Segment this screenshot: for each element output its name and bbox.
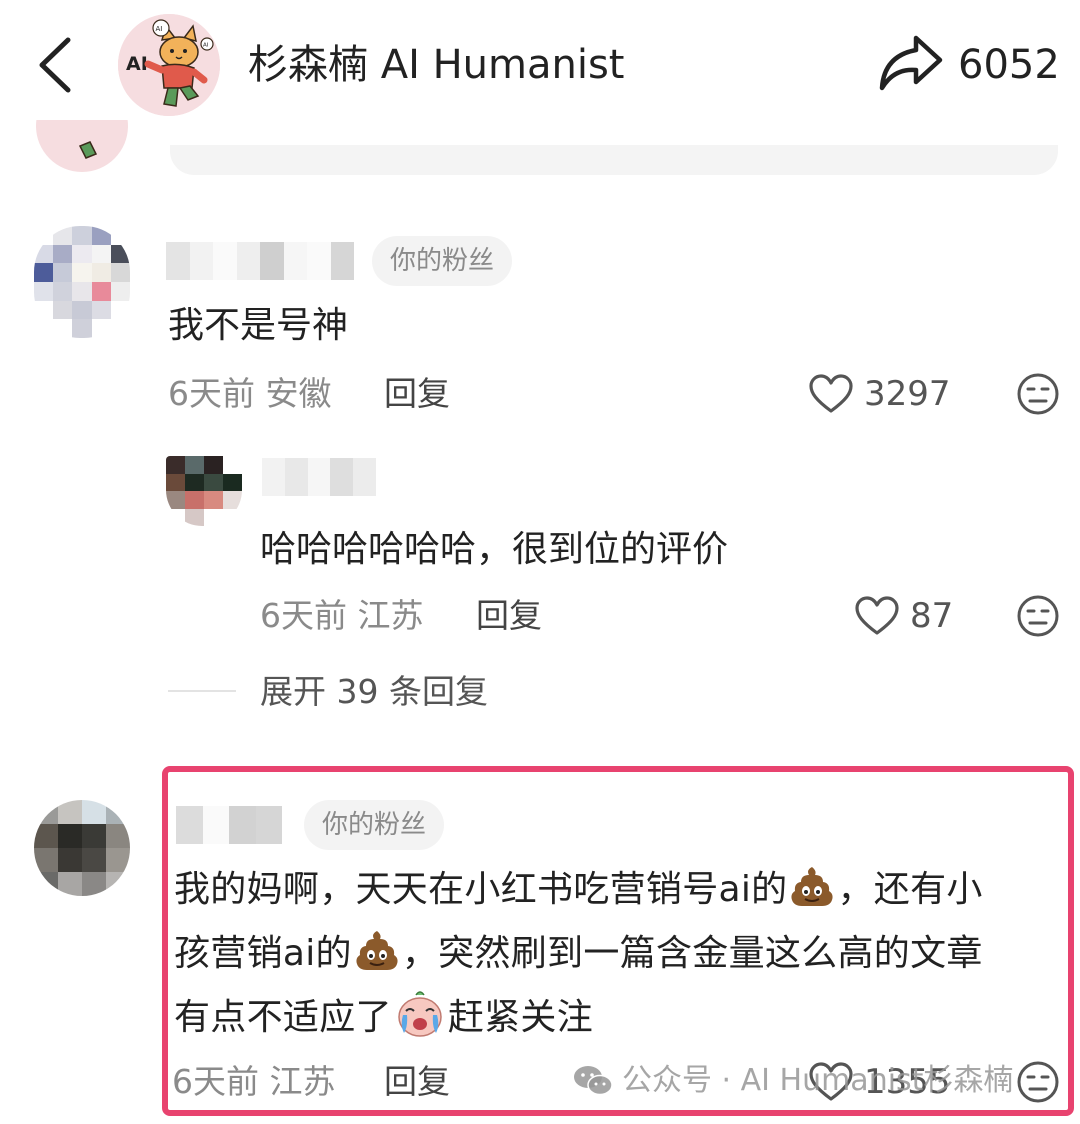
share-button[interactable] xyxy=(876,30,946,96)
reply-location: 江苏 xyxy=(357,596,424,635)
reply-button[interactable]: 回复 xyxy=(476,594,542,638)
share-count: 6052 xyxy=(958,42,1060,88)
comment-time: 6天前 安徽 xyxy=(168,372,332,416)
dislike-face-icon[interactable] xyxy=(1016,594,1060,638)
comment-location: 安徽 xyxy=(265,374,332,413)
page-title: 杉森楠 AI Humanist xyxy=(248,42,625,88)
watermark-text: 公众号 · AI Humanist杉森楠 xyxy=(622,1063,1014,1098)
back-button[interactable] xyxy=(30,30,80,100)
previous-comment-bubble xyxy=(170,145,1058,175)
share-arrow-icon xyxy=(879,35,943,91)
reply-time: 6天前 江苏 xyxy=(260,594,424,638)
back-arrow-icon xyxy=(39,37,71,93)
heart-icon[interactable] xyxy=(808,373,854,415)
author-avatar[interactable]: AI AI AI xyxy=(118,14,220,116)
wechat-icon xyxy=(574,1066,613,1096)
commenter-avatar[interactable] xyxy=(34,226,130,338)
expand-replies-button[interactable]: 展开 39 条回复 xyxy=(260,670,488,714)
replier-avatar[interactable] xyxy=(166,456,242,526)
comment-text: 我不是号神 xyxy=(168,305,349,346)
svg-text:AI: AI xyxy=(156,25,163,33)
like-count: 3297 xyxy=(864,374,951,414)
cat-mascot-icon: AI AI AI xyxy=(118,14,220,116)
svg-text:AI: AI xyxy=(203,43,209,49)
reply-text: 哈哈哈哈哈哈，很到位的评价 xyxy=(260,529,729,570)
watermark: 公众号 · AI Humanist杉森楠 xyxy=(572,1058,1013,1104)
replier-name-blurred[interactable] xyxy=(262,458,376,496)
fan-badge: 你的粉丝 xyxy=(372,236,513,286)
reply-date: 6天前 xyxy=(260,596,347,635)
commenter-avatar[interactable] xyxy=(34,800,130,896)
reply-button[interactable]: 回复 xyxy=(384,372,450,416)
previous-comment-avatar xyxy=(36,120,128,174)
expand-divider xyxy=(168,690,236,692)
heart-icon[interactable] xyxy=(854,595,900,637)
like-count: 87 xyxy=(910,596,954,636)
comment-date: 6天前 xyxy=(168,374,255,413)
commenter-name-blurred[interactable] xyxy=(166,242,354,280)
top-bar: AI AI AI 杉森楠 AI Humanist 6052 xyxy=(0,0,1080,135)
dislike-face-icon[interactable] xyxy=(1016,372,1060,416)
